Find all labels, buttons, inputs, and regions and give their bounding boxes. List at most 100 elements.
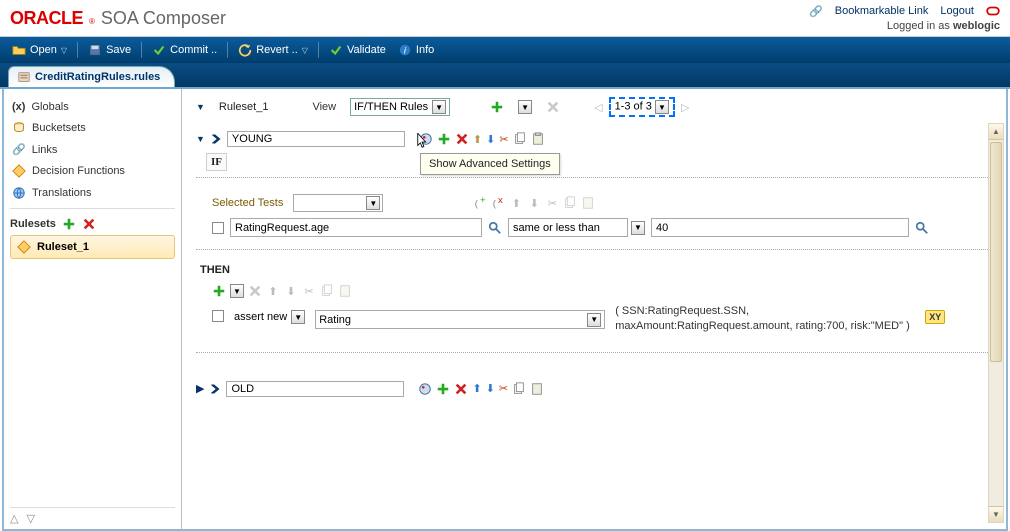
brand-app: SOA Composer <box>101 8 226 29</box>
view-select[interactable]: IF/THEN Rules ▼ <box>350 98 450 116</box>
sidebar-item-links[interactable]: 🔗 Links <box>10 139 175 160</box>
copy-icon[interactable] <box>563 196 577 210</box>
sidebar-ruleset-1[interactable]: Ruleset_1 <box>10 235 175 259</box>
paste-icon[interactable] <box>531 132 545 146</box>
sidebar-rulesets-heading: Rulesets <box>10 213 175 235</box>
assert-arguments-readout: ( SSN:RatingRequest.SSN, maxAmount:Ratin… <box>615 304 915 334</box>
move-down-icon[interactable]: ▽ <box>26 512 34 525</box>
add-rule-icon[interactable] <box>490 100 504 114</box>
revert-button[interactable]: Revert .. ▽ <box>232 41 314 59</box>
sidebar-item-globals[interactable]: (x) Globals <box>10 97 175 117</box>
logout-link[interactable]: Logout <box>940 5 974 17</box>
move-up-icon[interactable]: △ <box>10 512 18 525</box>
condition-value-input[interactable]: 40 <box>651 218 909 237</box>
add-icon[interactable] <box>436 382 450 396</box>
translations-icon <box>12 186 26 200</box>
scroll-up-icon[interactable]: ▲ <box>989 124 1003 140</box>
scroll-thumb[interactable] <box>990 142 1002 362</box>
svg-text:(: ( <box>493 199 497 210</box>
search-icon[interactable] <box>488 221 502 235</box>
tab-credit-rating-rules[interactable]: CreditRatingRules.rules <box>8 66 175 87</box>
copy-icon[interactable] <box>320 284 334 298</box>
selected-tests-select[interactable]: ▼ <box>293 194 383 212</box>
move-down-icon[interactable]: ⬇ <box>486 382 495 395</box>
sidebar-item-label: Globals <box>31 101 68 113</box>
brand: ORACLE® SOA Composer <box>10 8 226 29</box>
delete-ruleset-icon[interactable] <box>82 217 96 231</box>
cut-icon[interactable]: ✂ <box>545 196 559 210</box>
validate-icon <box>329 43 343 57</box>
action-checkbox[interactable] <box>212 310 224 322</box>
sidebar-item-translations[interactable]: Translations <box>10 182 175 204</box>
move-up-icon[interactable]: ⬆ <box>473 133 482 146</box>
vertical-scrollbar[interactable]: ▲ ▼ <box>988 123 1004 523</box>
link-icon: 🔗 <box>809 5 823 18</box>
pager-next-icon[interactable]: ▷ <box>681 101 689 114</box>
condition-checkbox[interactable] <box>212 222 224 234</box>
rule-young: ▼ YOUNG ⬆ ⬇ ✂ Show Advanced Settings I <box>196 131 998 397</box>
pager-range[interactable]: 1-3 of 3 ▼ <box>609 97 675 117</box>
search-icon[interactable] <box>915 221 929 235</box>
bookmark-link[interactable]: Bookmarkable Link <box>835 5 929 17</box>
sidebar-footer: △ ▽ <box>10 507 175 525</box>
cut-icon[interactable]: ✂ <box>302 284 316 298</box>
collapse-rule-icon[interactable]: ▼ <box>196 134 205 144</box>
expand-rule-icon[interactable]: ▶ <box>196 382 204 395</box>
move-up-icon[interactable]: ⬆ <box>509 196 523 210</box>
condition-field-input[interactable]: RatingRequest.age <box>230 218 482 237</box>
chevron-down-icon: ▼ <box>655 100 669 114</box>
sidebar-item-label: Decision Functions <box>32 165 125 177</box>
cut-icon[interactable]: ✂ <box>499 133 508 146</box>
copy-icon[interactable] <box>513 132 527 146</box>
assert-new-dropdown[interactable]: ▼ <box>291 310 305 324</box>
condition-operator-select[interactable]: same or less than <box>508 218 628 237</box>
view-label: View <box>312 101 336 113</box>
paste-icon[interactable] <box>530 382 544 396</box>
delete-icon[interactable] <box>454 382 468 396</box>
paste-icon[interactable] <box>338 284 352 298</box>
add-icon[interactable] <box>437 132 451 146</box>
paste-icon[interactable] <box>581 196 595 210</box>
expression-builder-icon[interactable]: XY <box>925 310 945 324</box>
rule-flow-icon[interactable] <box>418 382 432 396</box>
commit-button[interactable]: Commit .. <box>146 41 223 59</box>
cut-icon[interactable]: ✂ <box>499 382 508 395</box>
view-select-value: IF/THEN Rules <box>354 101 428 113</box>
add-action-dropdown[interactable]: ▼ <box>230 284 244 298</box>
ruleset-label: Ruleset_1 <box>219 101 269 113</box>
copy-icon[interactable] <box>512 382 526 396</box>
scroll-down-icon[interactable]: ▼ <box>989 506 1003 522</box>
add-ruleset-icon[interactable] <box>62 217 76 231</box>
wrap-close-icon[interactable]: (x <box>491 196 505 210</box>
collapse-ruleset-icon[interactable]: ▼ <box>196 102 205 112</box>
delete-rule-icon[interactable] <box>546 100 560 114</box>
info-button[interactable]: i Info <box>392 41 440 59</box>
save-button[interactable]: Save <box>82 41 137 59</box>
chevron-down-icon[interactable]: ▼ <box>631 221 645 235</box>
wrap-open-icon[interactable]: (+ <box>473 196 487 210</box>
rule-name-input[interactable]: OLD <box>226 381 404 397</box>
rule-name-input[interactable]: YOUNG <box>227 131 405 147</box>
move-down-icon[interactable]: ⬇ <box>486 133 495 146</box>
move-down-icon[interactable]: ⬇ <box>527 196 541 210</box>
login-info: Logged in as weblogic <box>887 20 1000 32</box>
move-up-icon[interactable]: ⬆ <box>472 382 481 395</box>
main-panel: ▼ Ruleset_1 View IF/THEN Rules ▼ ▼ ◁ 1-3… <box>182 89 1006 529</box>
move-up-icon[interactable]: ⬆ <box>266 284 280 298</box>
delete-icon[interactable] <box>248 284 262 298</box>
open-button[interactable]: Open ▽ <box>6 41 73 59</box>
pager-prev-icon[interactable]: ◁ <box>594 101 602 114</box>
move-down-icon[interactable]: ⬇ <box>284 284 298 298</box>
advanced-settings-toggle-icon[interactable] <box>209 132 223 146</box>
advanced-settings-toggle-icon[interactable] <box>208 382 222 396</box>
add-rule-dropdown[interactable]: ▼ <box>518 100 532 114</box>
sidebar-item-decision-functions[interactable]: Decision Functions <box>10 160 175 182</box>
svg-text:(: ( <box>475 199 479 210</box>
validate-button[interactable]: Validate <box>323 41 392 59</box>
toolbar: Open ▽ Save Commit .. Revert .. ▽ Valida… <box>0 37 1010 63</box>
sidebar-item-bucketsets[interactable]: Bucketsets <box>10 117 175 139</box>
rules-file-icon <box>17 70 31 84</box>
delete-icon[interactable] <box>455 132 469 146</box>
assert-target-select[interactable]: Rating ▼ <box>315 310 605 329</box>
add-action-icon[interactable] <box>212 284 226 298</box>
